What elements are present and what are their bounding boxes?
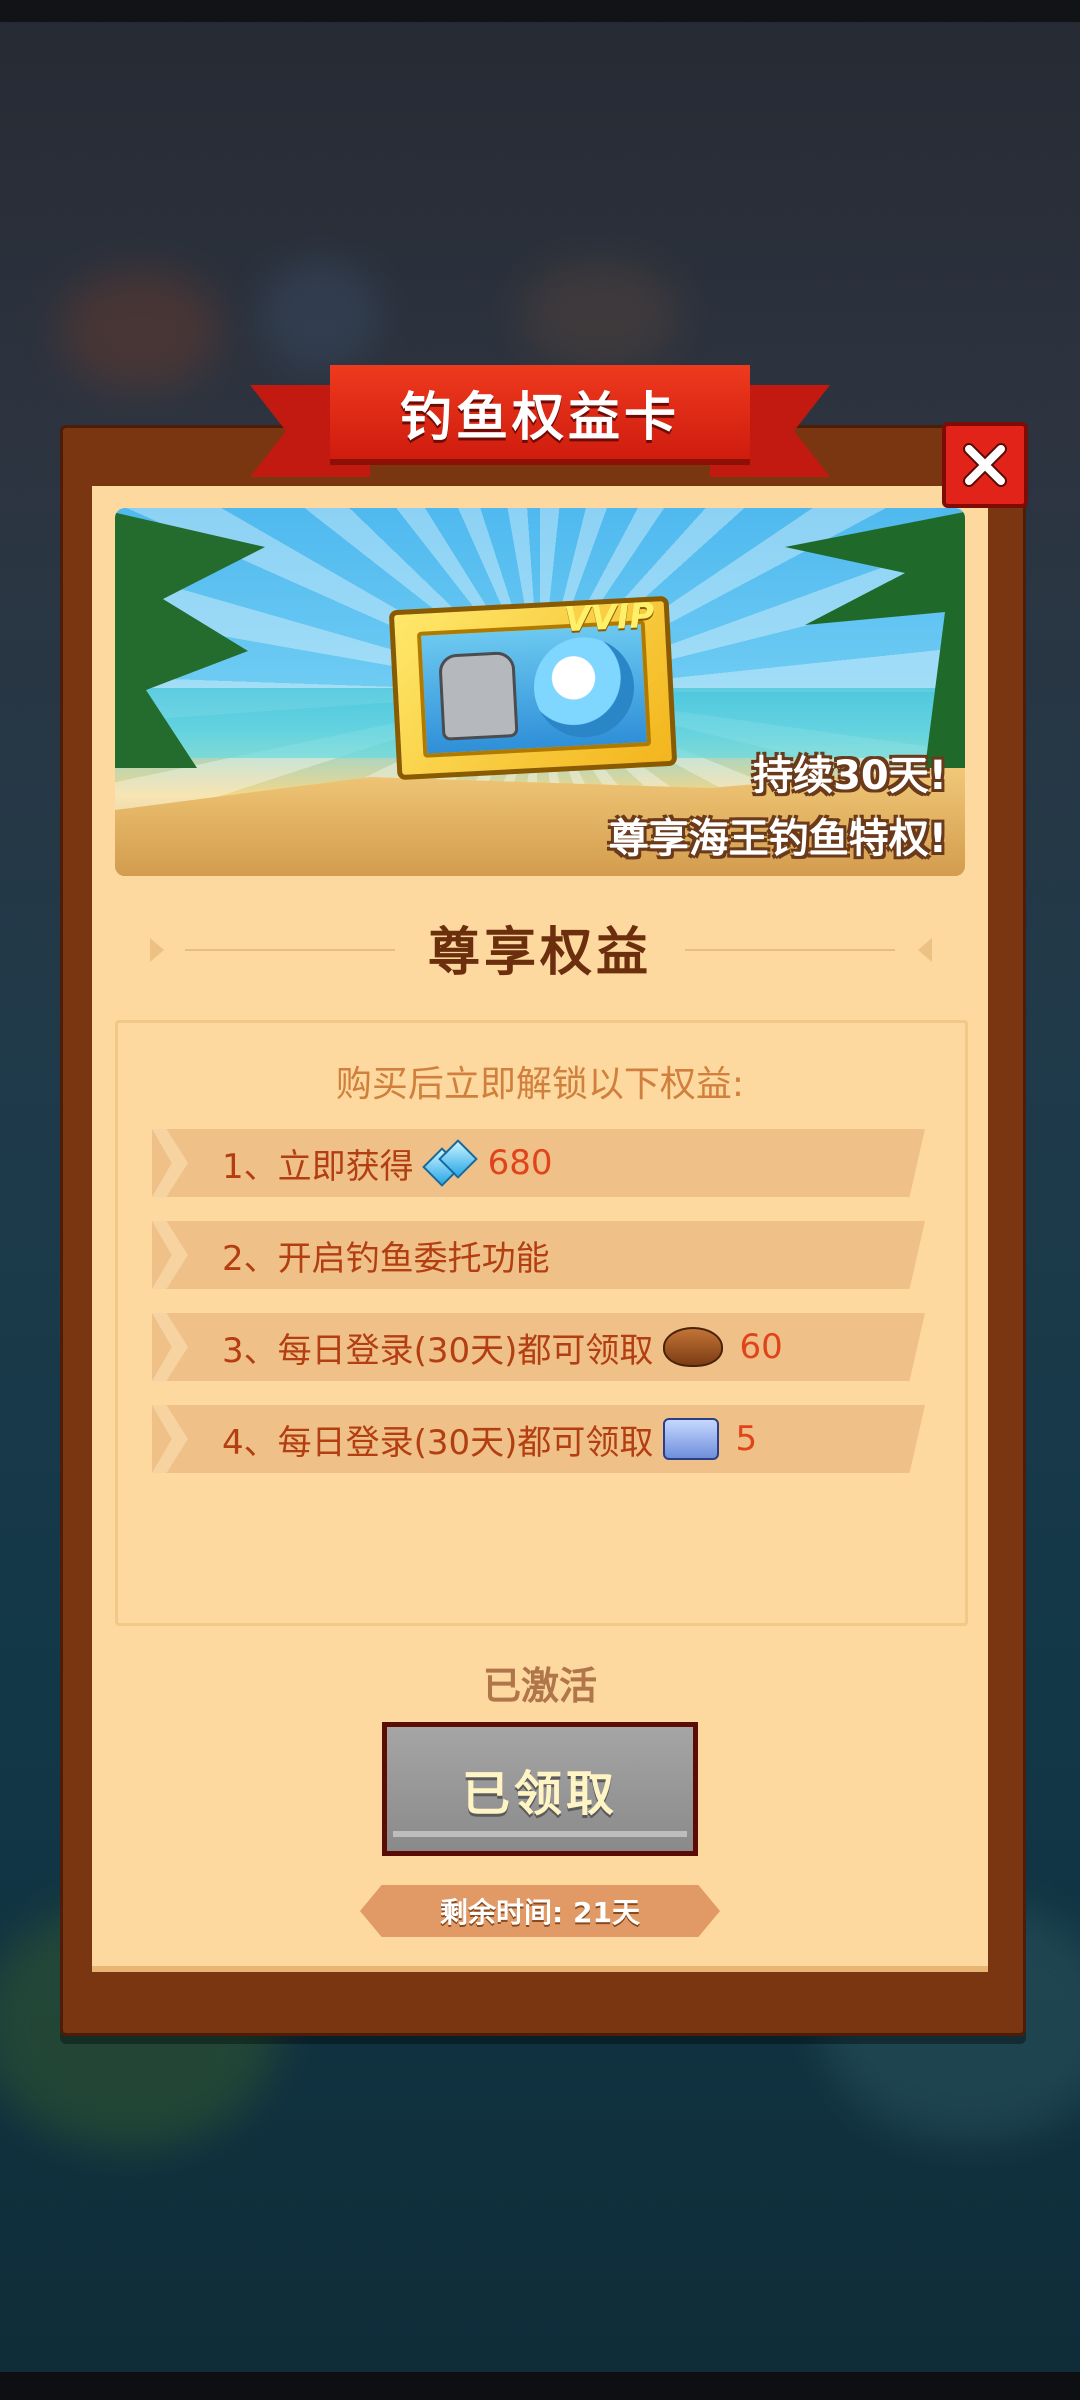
- background-blur: [260, 260, 380, 370]
- background-blur: [520, 260, 680, 370]
- claimed-button[interactable]: 已领取: [382, 1722, 698, 1856]
- wave-icon: [531, 634, 637, 740]
- benefit-value: 680: [487, 1143, 553, 1183]
- banner-slogan: 尊享海王钓鱼特权!: [608, 816, 947, 862]
- bread-icon: [663, 1327, 724, 1367]
- benefit-row: 1、立即获得 680: [152, 1129, 925, 1197]
- benefit-value: 60: [739, 1327, 783, 1367]
- vvip-badge: VVIP: [563, 595, 656, 641]
- remaining-time-badge: 剩余时间: 21天: [360, 1885, 720, 1937]
- banner-duration: 持续30天!: [753, 753, 947, 799]
- benefit-value: 5: [735, 1419, 758, 1459]
- close-x-icon: [963, 443, 1007, 487]
- benefits-intro: 购买后立即解锁以下权益:: [335, 1064, 745, 1105]
- chevron-right-icon: [152, 1405, 188, 1473]
- vvip-card-image: VVIP: [388, 595, 678, 781]
- status-bar: [0, 0, 1080, 22]
- knight-fishing-icon: [438, 650, 519, 741]
- benefit-row: 4、每日登录(30天)都可领取 5: [152, 1405, 925, 1473]
- section-deco-right: [918, 938, 932, 962]
- ticket-icon: [663, 1418, 720, 1460]
- dialog-title: 钓鱼权益卡: [330, 365, 750, 465]
- close-button[interactable]: [942, 422, 1028, 508]
- benefit-row: 2、开启钓鱼委托功能: [152, 1221, 925, 1289]
- activated-status: 已激活: [482, 1664, 597, 1708]
- benefit-label: 4、每日登录(30天)都可领取: [222, 1422, 654, 1463]
- benefit-label: 1、立即获得: [222, 1146, 414, 1187]
- benefit-label: 3、每日登录(30天)都可领取: [222, 1330, 654, 1371]
- background-blur: [60, 270, 220, 390]
- benefit-label: 2、开启钓鱼委托功能: [222, 1238, 550, 1279]
- chevron-right-icon: [152, 1221, 188, 1289]
- card-face: [416, 620, 652, 758]
- benefit-row: 3、每日登录(30天)都可领取 60: [152, 1313, 925, 1381]
- diamond-icon: [421, 1139, 478, 1187]
- section-divider-right: [685, 949, 895, 951]
- chevron-right-icon: [152, 1313, 188, 1381]
- promo-banner: VVIP 持续30天! 尊享海王钓鱼特权!: [115, 508, 965, 876]
- chevron-right-icon: [152, 1129, 188, 1197]
- navigation-bar: [0, 2372, 1080, 2400]
